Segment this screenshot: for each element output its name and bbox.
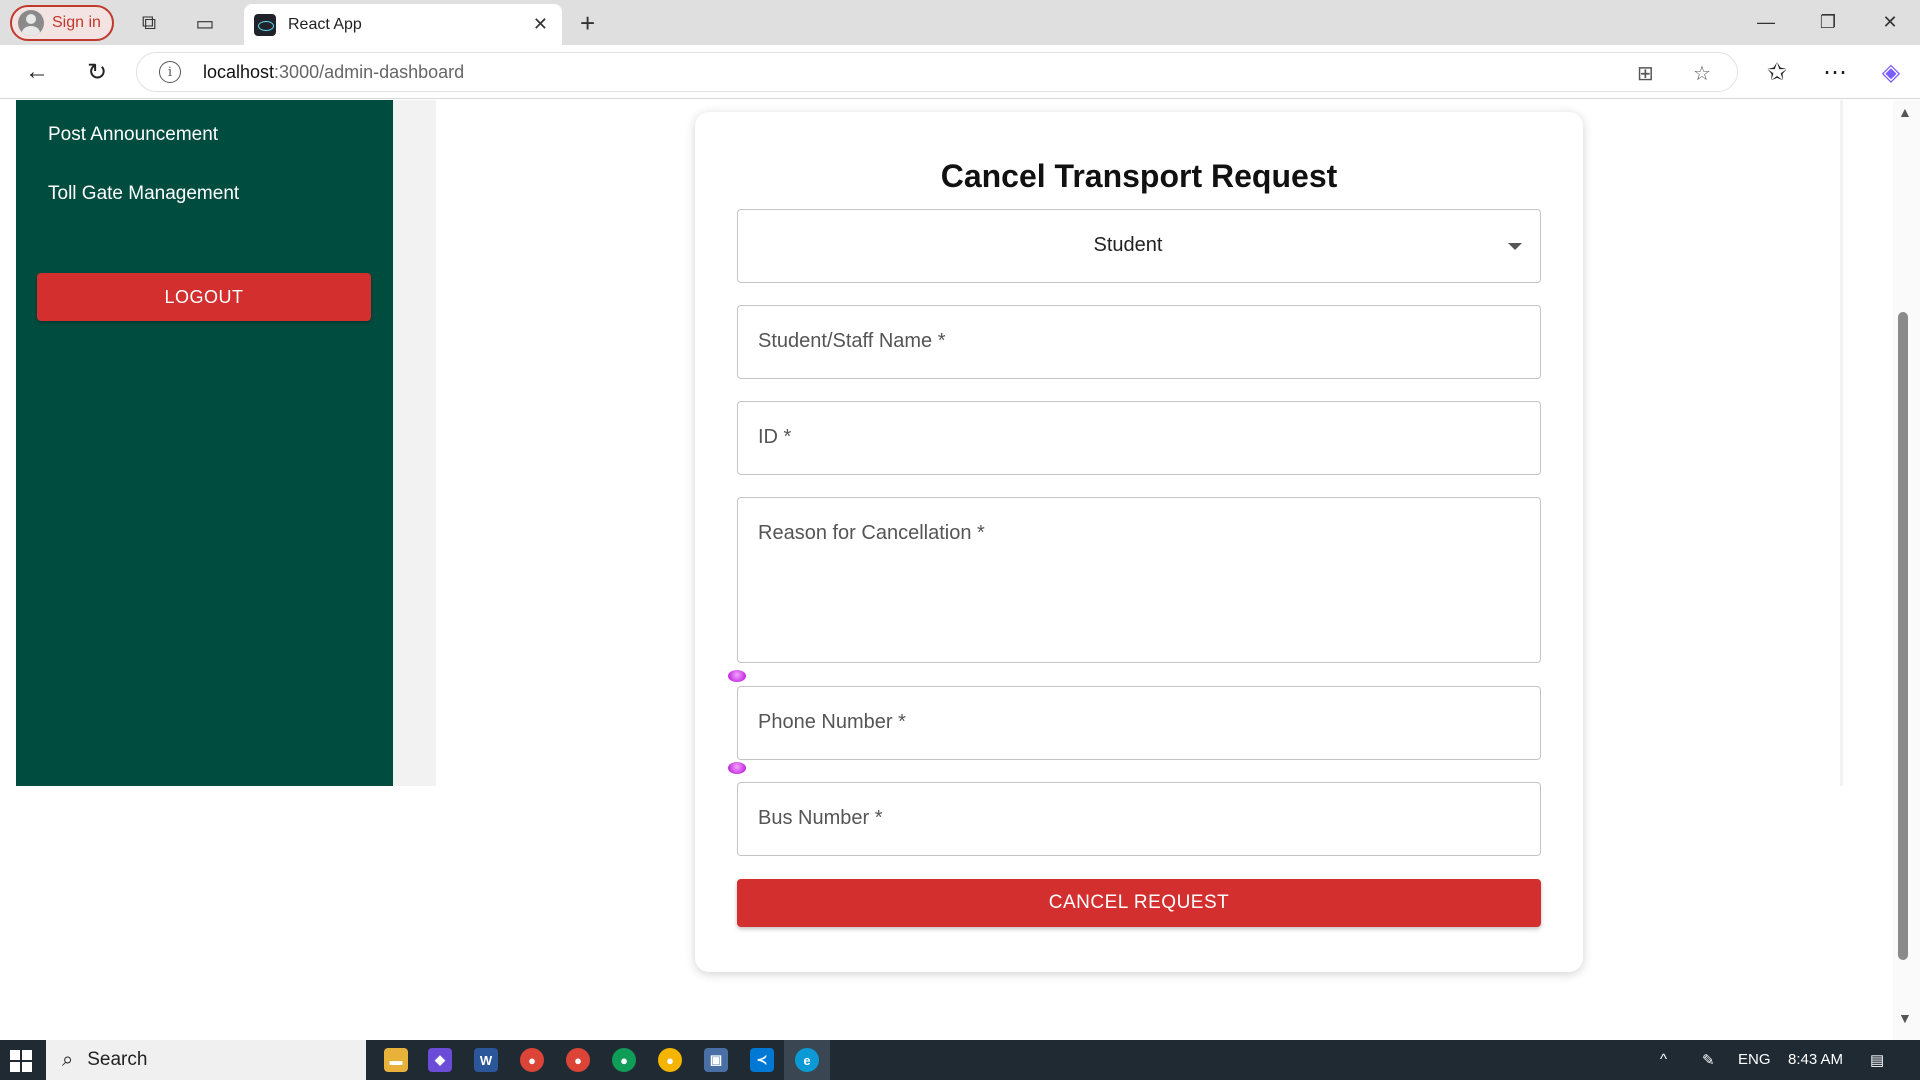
chrome-icon[interactable]: ● (566, 1048, 590, 1072)
chrome-icon[interactable]: ● (612, 1048, 636, 1072)
bus-number-field[interactable]: Bus Number * (737, 782, 1541, 856)
screen: Sign in ⧉ ▭ React App ✕ + — ❐ ✕ ← ↻ i lo… (0, 0, 1920, 1080)
url-field[interactable]: i localhost:3000/admin-dashboard ⊞ ☆ (136, 52, 1738, 92)
close-window-icon[interactable]: ✕ (1870, 8, 1910, 36)
app-icon[interactable]: ▣ (704, 1048, 728, 1072)
signin-button[interactable]: Sign in (10, 5, 114, 41)
drag-handle-icon[interactable] (728, 670, 746, 682)
admin-sidebar: Post Announcement Toll Gate Management L… (16, 100, 393, 786)
scrollbar-thumb[interactable] (1898, 312, 1908, 960)
file-explorer-icon[interactable]: ▬ (384, 1048, 408, 1072)
copilot-app-icon[interactable]: ◆ (428, 1048, 452, 1072)
notification-icon[interactable]: ▤ (1870, 1051, 1884, 1069)
reason-field-label: Reason for Cancellation * (758, 522, 985, 544)
minimize-icon[interactable]: — (1746, 8, 1786, 36)
sidebar-item-post-announcement[interactable]: Post Announcement (48, 124, 218, 146)
back-icon[interactable]: ← (22, 57, 52, 87)
role-select[interactable]: Student (737, 209, 1541, 283)
phone-field[interactable]: Phone Number * (737, 686, 1541, 760)
id-field[interactable]: ID * (737, 401, 1541, 475)
name-field[interactable]: Student/Staff Name * (737, 305, 1541, 379)
sidebar-item-toll-gate-management[interactable]: Toll Gate Management (48, 183, 239, 205)
app-available-icon[interactable]: ⊞ (1637, 61, 1654, 86)
role-select-value: Student (1093, 234, 1163, 256)
language-indicator[interactable]: ENG (1738, 1051, 1771, 1068)
windows-taskbar: ⌕ Search ▬ ◆ W ● ● ● ● ▣ ≺ e ^ ✎ ENG 8:4… (0, 1040, 1920, 1080)
avatar-icon (18, 10, 44, 36)
tab-close-icon[interactable]: ✕ (533, 14, 548, 35)
favorite-star-icon[interactable]: ☆ (1693, 61, 1711, 86)
windows-start-icon[interactable] (10, 1050, 32, 1072)
reason-field[interactable]: Reason for Cancellation * (737, 497, 1541, 663)
url-host: localhost (203, 61, 275, 82)
edge-icon[interactable]: e (795, 1048, 819, 1072)
chrome-icon[interactable]: ● (520, 1048, 544, 1072)
chrome-icon[interactable]: ● (658, 1048, 682, 1072)
name-field-label: Student/Staff Name * (758, 330, 946, 352)
tab-actions-icon[interactable]: ▭ (190, 8, 220, 38)
logout-button[interactable]: LOGOUT (37, 273, 371, 321)
clock[interactable]: 8:43 AM (1788, 1051, 1843, 1068)
favorites-icon[interactable]: ✩ (1762, 57, 1792, 87)
scroll-up-icon[interactable]: ▲ (1898, 104, 1912, 120)
cancel-request-button[interactable]: CANCEL REQUEST (737, 879, 1541, 927)
site-info-icon[interactable]: i (159, 61, 181, 83)
new-tab-icon[interactable]: + (580, 8, 595, 39)
taskbar-search[interactable]: ⌕ Search (46, 1040, 366, 1080)
bus-field-label: Bus Number * (758, 807, 883, 829)
id-field-label: ID * (758, 426, 792, 448)
tab-title: React App (288, 15, 362, 33)
word-icon[interactable]: W (474, 1048, 498, 1072)
url-path: :3000/admin-dashboard (274, 61, 465, 82)
phone-field-label: Phone Number * (758, 711, 906, 733)
react-favicon-icon (254, 13, 276, 36)
tab-react-app[interactable]: React App ✕ (244, 4, 562, 45)
signin-label: Sign in (52, 14, 101, 31)
page-title: Cancel Transport Request (940, 158, 1338, 194)
pen-icon[interactable]: ✎ (1702, 1051, 1715, 1069)
vscode-icon[interactable]: ≺ (750, 1048, 774, 1072)
drag-handle-icon[interactable] (728, 762, 746, 774)
refresh-icon[interactable]: ↻ (82, 57, 112, 87)
workspaces-icon[interactable]: ⧉ (134, 8, 164, 38)
restore-icon[interactable]: ❐ (1808, 8, 1848, 36)
search-icon: ⌕ (62, 1048, 74, 1071)
scroll-down-icon[interactable]: ▼ (1898, 1010, 1912, 1026)
copilot-icon[interactable]: ◈ (1876, 57, 1906, 87)
chevron-down-icon (1508, 243, 1522, 250)
tray-chevron-icon[interactable]: ^ (1660, 1051, 1667, 1068)
cancel-request-card: Cancel Transport Request Student Student… (695, 112, 1583, 972)
more-options-icon[interactable]: ⋯ (1820, 57, 1850, 87)
page-content: Post Announcement Toll Gate Management L… (0, 100, 1920, 1040)
browser-titlebar: Sign in ⧉ ▭ React App ✕ + — ❐ ✕ (0, 0, 1920, 45)
search-label: Search (87, 1049, 148, 1070)
address-bar: ← ↻ i localhost:3000/admin-dashboard ⊞ ☆… (0, 45, 1920, 99)
